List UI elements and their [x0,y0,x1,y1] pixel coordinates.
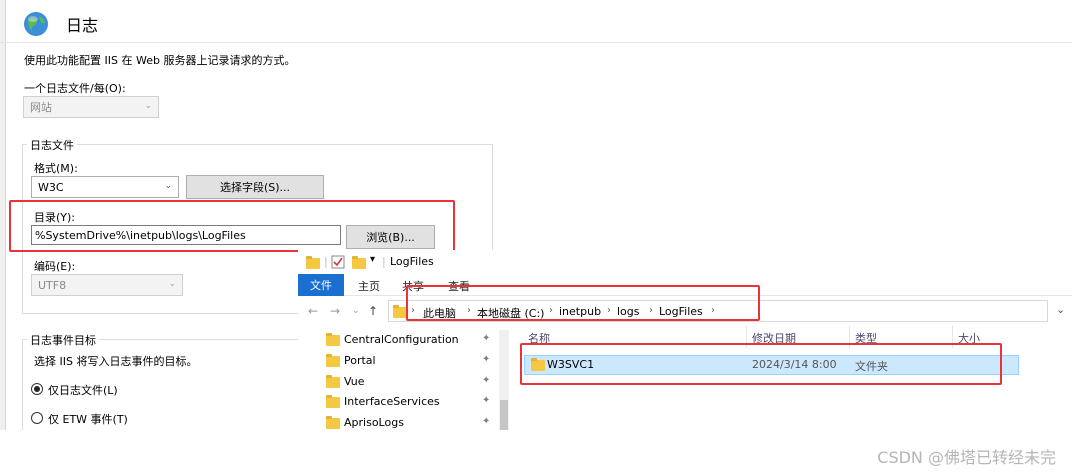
refresh-dropdown-icon[interactable]: ⌄ [1056,303,1065,316]
toolbar-divider: | [324,255,328,268]
pin-icon: ✦ [482,395,491,406]
format-label: 格式(M): [34,162,78,175]
radio-log-file-only-label[interactable]: 仅日志文件(L) [48,382,118,398]
tab-home[interactable]: 主页 [358,278,380,294]
radio-etw-only-label[interactable]: 仅 ETW 事件(T) [48,411,128,427]
properties-icon[interactable] [331,255,345,269]
one-log-per-label: 一个日志文件/每(O): [24,82,126,95]
logfile-group-title: 日志文件 [27,137,77,153]
log-event-group-title: 日志事件目标 [27,332,99,348]
left-edge-strip [0,0,6,430]
tree-item-label: CentralConfiguration [344,333,459,346]
folder-icon [326,416,340,429]
tree-item[interactable]: Vue ✦ [298,372,498,393]
page-title: 日志 [66,16,99,35]
tree-item-label: InterfaceServices [344,395,440,408]
tree-item-label: Portal [344,354,376,367]
tab-file[interactable]: 文件 [298,274,344,296]
quick-access-toolbar: | ▾ | LogFiles [298,250,1072,274]
tree-item[interactable]: CentralConfiguration ✦ [298,330,498,351]
directory-label: 目录(Y): [34,211,76,224]
tree-item[interactable]: AprisoLogs ✦ [298,413,498,434]
title-divider [0,42,1072,43]
radio-etw-only[interactable] [31,412,43,424]
window-title: LogFiles [390,255,434,268]
one-log-per-select[interactable]: 网站 ⌄ [23,96,159,118]
back-arrow-icon[interactable]: ← [308,304,318,318]
customize-toolbar-icon[interactable]: ▾ [370,254,375,265]
tree-item[interactable]: InterfaceServices ✦ [298,392,498,413]
tree-item-label: Vue [344,375,365,388]
encoding-select[interactable]: UTF8 ⌄ [31,274,183,296]
log-event-description: 选择 IIS 将写入日志事件的目标。 [34,355,198,368]
chevron-down-icon: ⌄ [168,279,176,289]
file-explorer-window: | ▾ | LogFiles 文件 主页 共享 查看 ← → ⌄ ↑ › 此电脑… [298,250,1072,430]
folder-icon [326,333,340,346]
radio-log-file-only[interactable] [31,383,43,395]
chevron-down-icon: ⌄ [164,181,172,191]
chevron-down-icon: ⌄ [144,101,152,111]
new-folder-icon[interactable] [352,256,366,269]
watermark: CSDN @佛塔已转经未完 [877,448,1056,467]
tree-item-label: AprisoLogs [344,416,404,429]
folder-icon [306,256,320,269]
encoding-value: UTF8 [38,278,67,292]
pin-icon: ✦ [482,354,491,365]
format-value: W3C [38,180,64,194]
row-highlight-box [520,343,1002,385]
tree-scrollbar-thumb[interactable] [500,400,508,430]
pin-icon: ✦ [482,333,491,344]
globe-icon [24,12,48,36]
pin-icon: ✦ [482,416,491,427]
encoding-label: 编码(E): [34,260,76,273]
folder-icon [326,375,340,388]
folder-icon [326,354,340,367]
page-description: 使用此功能配置 IIS 在 Web 服务器上记录请求的方式。 [24,54,296,67]
up-arrow-icon[interactable]: ↑ [368,304,378,318]
tree-item[interactable]: Portal ✦ [298,351,498,372]
breadcrumb-highlight-box [406,285,760,321]
select-fields-button[interactable]: 选择字段(S)... [186,175,324,199]
forward-arrow-icon[interactable]: → [330,304,340,318]
recent-dropdown-icon[interactable]: ⌄ [352,306,360,316]
format-select[interactable]: W3C ⌄ [31,176,179,198]
one-log-per-value: 网站 [30,101,52,114]
folder-icon [393,305,407,318]
browse-button[interactable]: 浏览(B)... [346,225,435,249]
title-divider-bar: | [382,255,386,268]
directory-input[interactable]: %SystemDrive%\inetpub\logs\LogFiles [31,225,341,245]
pin-icon: ✦ [482,375,491,386]
folder-icon [326,395,340,408]
